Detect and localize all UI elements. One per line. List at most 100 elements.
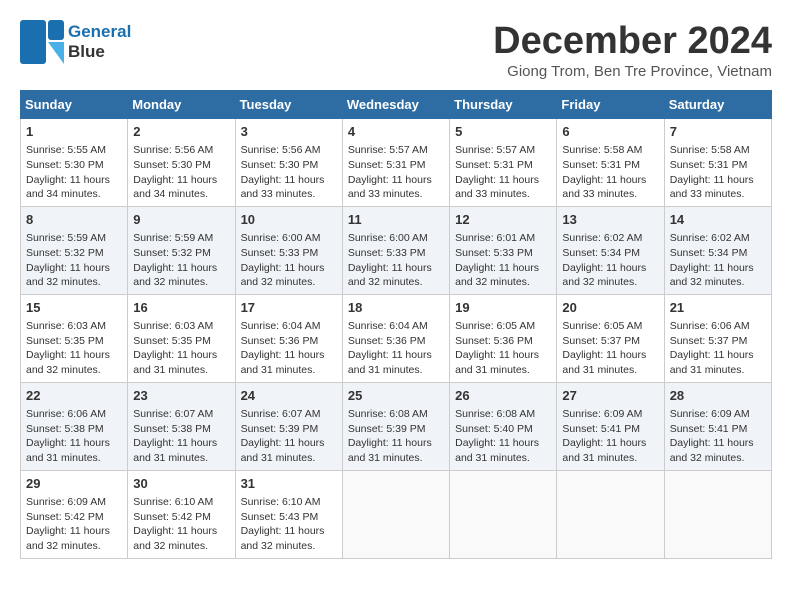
calendar-cell: 14Sunrise: 6:02 AM Sunset: 5:34 PM Dayli…	[664, 206, 771, 294]
day-number: 7	[670, 123, 766, 141]
day-detail: Sunrise: 6:10 AM Sunset: 5:43 PM Dayligh…	[241, 495, 337, 554]
day-number: 10	[241, 211, 337, 229]
calendar-cell	[664, 470, 771, 558]
day-detail: Sunrise: 5:58 AM Sunset: 5:31 PM Dayligh…	[562, 143, 658, 202]
week-row-4: 22 Sunrise: 6:06 AM Sunset: 5:38 PM Dayli…	[21, 382, 772, 470]
day-number: 3	[241, 123, 337, 141]
calendar-cell: 3 Sunrise: 5:56 AM Sunset: 5:30 PM Daylig…	[235, 119, 342, 207]
subtitle: Giong Trom, Ben Tre Province, Vietnam	[493, 63, 772, 80]
week-row-1: 1 Sunrise: 5:55 AM Sunset: 5:30 PM Daylig…	[21, 119, 772, 207]
day-number: 20	[562, 299, 658, 317]
day-number: 12	[455, 211, 551, 229]
day-number: 29	[26, 475, 122, 493]
day-number: 24	[241, 387, 337, 405]
weekday-header-friday: Friday	[557, 91, 664, 119]
calendar-cell: 29Sunrise: 6:09 AM Sunset: 5:42 PM Dayli…	[21, 470, 128, 558]
day-number: 19	[455, 299, 551, 317]
day-detail: Sunrise: 6:08 AM Sunset: 5:40 PM Dayligh…	[455, 407, 551, 466]
calendar-cell: 10 Sunrise: 6:00 AM Sunset: 5:33 PM Dayli…	[235, 206, 342, 294]
calendar-cell: 19 Sunrise: 6:05 AM Sunset: 5:36 PM Dayli…	[450, 294, 557, 382]
weekday-header-tuesday: Tuesday	[235, 91, 342, 119]
day-detail: Sunrise: 6:07 AM Sunset: 5:38 PM Dayligh…	[133, 407, 229, 466]
calendar-cell: 27 Sunrise: 6:09 AM Sunset: 5:41 PM Dayli…	[557, 382, 664, 470]
day-detail: Sunrise: 6:04 AM Sunset: 5:36 PM Dayligh…	[241, 319, 337, 378]
calendar-cell: 6 Sunrise: 5:58 AM Sunset: 5:31 PM Daylig…	[557, 119, 664, 207]
week-row-2: 8 Sunrise: 5:59 AM Sunset: 5:32 PM Daylig…	[21, 206, 772, 294]
calendar-cell: 5 Sunrise: 5:57 AM Sunset: 5:31 PM Daylig…	[450, 119, 557, 207]
day-detail: Sunrise: 6:00 AM Sunset: 5:33 PM Dayligh…	[241, 231, 337, 290]
weekday-header-thursday: Thursday	[450, 91, 557, 119]
day-number: 8	[26, 211, 122, 229]
day-number: 4	[348, 123, 444, 141]
day-number: 18	[348, 299, 444, 317]
logo-icon	[20, 20, 64, 64]
calendar-cell: 24 Sunrise: 6:07 AM Sunset: 5:39 PM Dayli…	[235, 382, 342, 470]
day-number: 6	[562, 123, 658, 141]
day-detail: Sunrise: 5:57 AM Sunset: 5:31 PM Dayligh…	[348, 143, 444, 202]
calendar-cell: 11Sunrise: 6:00 AM Sunset: 5:33 PM Dayli…	[342, 206, 449, 294]
calendar-cell: 4 Sunrise: 5:57 AM Sunset: 5:31 PM Daylig…	[342, 119, 449, 207]
day-number: 13	[562, 211, 658, 229]
calendar-cell: 26 Sunrise: 6:08 AM Sunset: 5:40 PM Dayli…	[450, 382, 557, 470]
day-detail: Sunrise: 5:56 AM Sunset: 5:30 PM Dayligh…	[241, 143, 337, 202]
weekday-header-monday: Monday	[128, 91, 235, 119]
day-detail: Sunrise: 6:09 AM Sunset: 5:41 PM Dayligh…	[670, 407, 766, 466]
calendar-cell	[342, 470, 449, 558]
day-number: 21	[670, 299, 766, 317]
calendar-cell: 13Sunrise: 6:02 AM Sunset: 5:34 PM Dayli…	[557, 206, 664, 294]
day-detail: Sunrise: 6:05 AM Sunset: 5:36 PM Dayligh…	[455, 319, 551, 378]
day-detail: Sunrise: 6:07 AM Sunset: 5:39 PM Dayligh…	[241, 407, 337, 466]
day-number: 22	[26, 387, 122, 405]
logo-text: GeneralBlue	[68, 22, 131, 63]
day-detail: Sunrise: 6:02 AM Sunset: 5:34 PM Dayligh…	[670, 231, 766, 290]
day-detail: Sunrise: 5:55 AM Sunset: 5:30 PM Dayligh…	[26, 143, 122, 202]
header: GeneralBlue December 2024 Giong Trom, Be…	[20, 20, 772, 80]
day-number: 16	[133, 299, 229, 317]
day-number: 9	[133, 211, 229, 229]
day-number: 2	[133, 123, 229, 141]
day-detail: Sunrise: 6:03 AM Sunset: 5:35 PM Dayligh…	[26, 319, 122, 378]
day-number: 23	[133, 387, 229, 405]
day-number: 27	[562, 387, 658, 405]
day-number: 28	[670, 387, 766, 405]
day-detail: Sunrise: 6:09 AM Sunset: 5:41 PM Dayligh…	[562, 407, 658, 466]
title-area: December 2024 Giong Trom, Ben Tre Provin…	[493, 20, 772, 80]
calendar-cell: 21Sunrise: 6:06 AM Sunset: 5:37 PM Dayli…	[664, 294, 771, 382]
week-row-5: 29Sunrise: 6:09 AM Sunset: 5:42 PM Dayli…	[21, 470, 772, 558]
calendar-cell: 9Sunrise: 5:59 AM Sunset: 5:32 PM Daylig…	[128, 206, 235, 294]
logo-area: GeneralBlue	[20, 20, 131, 64]
calendar-cell: 8 Sunrise: 5:59 AM Sunset: 5:32 PM Daylig…	[21, 206, 128, 294]
weekday-header-saturday: Saturday	[664, 91, 771, 119]
day-detail: Sunrise: 6:01 AM Sunset: 5:33 PM Dayligh…	[455, 231, 551, 290]
calendar-cell	[450, 470, 557, 558]
calendar-cell: 17 Sunrise: 6:04 AM Sunset: 5:36 PM Dayli…	[235, 294, 342, 382]
calendar-cell	[557, 470, 664, 558]
day-detail: Sunrise: 5:59 AM Sunset: 5:32 PM Dayligh…	[26, 231, 122, 290]
calendar-cell: 23 Sunrise: 6:07 AM Sunset: 5:38 PM Dayli…	[128, 382, 235, 470]
main-title: December 2024	[493, 20, 772, 63]
day-detail: Sunrise: 6:03 AM Sunset: 5:35 PM Dayligh…	[133, 319, 229, 378]
day-number: 15	[26, 299, 122, 317]
day-detail: Sunrise: 5:57 AM Sunset: 5:31 PM Dayligh…	[455, 143, 551, 202]
day-detail: Sunrise: 6:05 AM Sunset: 5:37 PM Dayligh…	[562, 319, 658, 378]
weekday-header-wednesday: Wednesday	[342, 91, 449, 119]
calendar-cell: 12 Sunrise: 6:01 AM Sunset: 5:33 PM Dayli…	[450, 206, 557, 294]
week-row-3: 15 Sunrise: 6:03 AM Sunset: 5:35 PM Dayli…	[21, 294, 772, 382]
day-detail: Sunrise: 5:58 AM Sunset: 5:31 PM Dayligh…	[670, 143, 766, 202]
calendar-cell: 30Sunrise: 6:10 AM Sunset: 5:42 PM Dayli…	[128, 470, 235, 558]
day-number: 5	[455, 123, 551, 141]
calendar-cell: 2 Sunrise: 5:56 AM Sunset: 5:30 PM Daylig…	[128, 119, 235, 207]
day-detail: Sunrise: 6:10 AM Sunset: 5:42 PM Dayligh…	[133, 495, 229, 554]
weekday-header-sunday: Sunday	[21, 91, 128, 119]
day-detail: Sunrise: 5:56 AM Sunset: 5:30 PM Dayligh…	[133, 143, 229, 202]
calendar-cell: 18 Sunrise: 6:04 AM Sunset: 5:36 PM Dayli…	[342, 294, 449, 382]
day-number: 17	[241, 299, 337, 317]
day-number: 26	[455, 387, 551, 405]
day-detail: Sunrise: 6:08 AM Sunset: 5:39 PM Dayligh…	[348, 407, 444, 466]
weekday-header-row: SundayMondayTuesdayWednesdayThursdayFrid…	[21, 91, 772, 119]
day-detail: Sunrise: 6:04 AM Sunset: 5:36 PM Dayligh…	[348, 319, 444, 378]
day-detail: Sunrise: 6:06 AM Sunset: 5:38 PM Dayligh…	[26, 407, 122, 466]
day-number: 11	[348, 211, 444, 229]
calendar-table: SundayMondayTuesdayWednesdayThursdayFrid…	[20, 90, 772, 559]
day-number: 1	[26, 123, 122, 141]
